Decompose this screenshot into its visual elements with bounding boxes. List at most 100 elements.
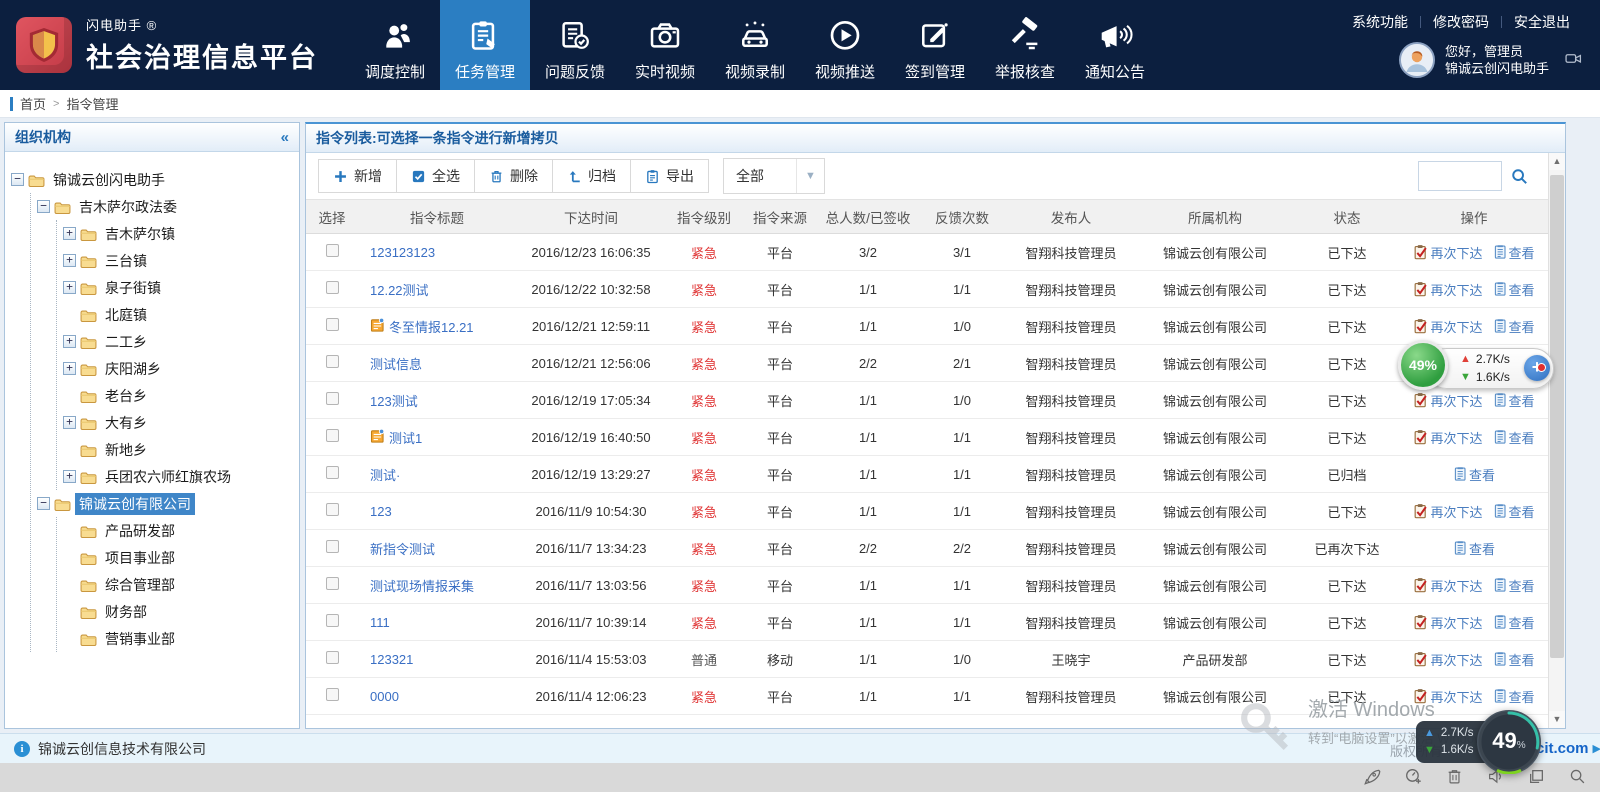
- nav-item-通知公告[interactable]: 通知公告: [1070, 0, 1160, 90]
- tree-node-锦诚云创有限公司[interactable]: −锦诚云创有限公司: [37, 490, 293, 517]
- row-checkbox[interactable]: [326, 281, 339, 294]
- redispatch-action[interactable]: 再次下达: [1413, 650, 1482, 669]
- command-title-link[interactable]: 测试现场情报采集: [370, 579, 474, 594]
- command-title-link[interactable]: 111: [370, 615, 390, 630]
- expand-icon[interactable]: +: [63, 254, 76, 267]
- collapse-panel-icon[interactable]: «: [281, 129, 289, 146]
- 归档-button[interactable]: 归档: [552, 159, 631, 193]
- tree-node-大有乡[interactable]: +大有乡: [63, 409, 293, 436]
- view-action[interactable]: 查看: [1493, 576, 1535, 595]
- expand-icon[interactable]: +: [63, 281, 76, 294]
- nav-item-视频录制[interactable]: 视频录制: [710, 0, 800, 90]
- collapse-icon[interactable]: −: [11, 173, 24, 186]
- command-title-link[interactable]: 123: [370, 504, 392, 519]
- net-widget-percent-ball[interactable]: 49%: [1398, 340, 1448, 390]
- header-link-修改密码[interactable]: 修改密码: [1421, 12, 1501, 32]
- magnifier-icon[interactable]: [1569, 768, 1586, 788]
- redispatch-action[interactable]: 再次下达: [1413, 391, 1482, 410]
- vertical-scrollbar[interactable]: ▲ ▼: [1548, 153, 1565, 728]
- 导出-button[interactable]: 导出: [630, 159, 709, 193]
- row-checkbox[interactable]: [326, 429, 339, 442]
- tree-node-吉木萨尔镇[interactable]: +吉木萨尔镇: [63, 220, 293, 247]
- command-title-link[interactable]: 0000: [370, 689, 399, 704]
- tree-node-新地乡[interactable]: 新地乡: [63, 436, 293, 463]
- network-speed-widget[interactable]: 49% ▲2.7K/s ▼1.6K/s +: [1398, 344, 1556, 392]
- speed-test-icon[interactable]: [1405, 768, 1422, 788]
- tree-node-兵团农六师红旗农场[interactable]: +兵团农六师红旗农场: [63, 463, 293, 490]
- avatar[interactable]: [1399, 42, 1435, 78]
- command-title-link[interactable]: 测试·: [370, 468, 400, 483]
- view-action[interactable]: 查看: [1493, 428, 1535, 447]
- tree-node-锦诚云创闪电助手[interactable]: −锦诚云创闪电助手: [11, 166, 293, 193]
- scroll-up-arrow[interactable]: ▲: [1549, 153, 1565, 170]
- view-action[interactable]: 查看: [1493, 317, 1535, 336]
- search-button[interactable]: [1502, 160, 1536, 192]
- view-action[interactable]: 查看: [1453, 539, 1495, 558]
- row-checkbox[interactable]: [326, 503, 339, 516]
- tree-node-产品研发部[interactable]: 产品研发部: [63, 517, 293, 544]
- collapse-icon[interactable]: −: [37, 497, 50, 510]
- net-widget-add-button[interactable]: +: [1524, 355, 1550, 381]
- row-checkbox[interactable]: [326, 392, 339, 405]
- nav-item-任务管理[interactable]: 任务管理: [440, 0, 530, 90]
- view-action[interactable]: 查看: [1493, 687, 1535, 706]
- tree-node-财务部[interactable]: 财务部: [63, 598, 293, 625]
- tree-node-二工乡[interactable]: +二工乡: [63, 328, 293, 355]
- redispatch-action[interactable]: 再次下达: [1413, 280, 1482, 299]
- expand-icon[interactable]: +: [63, 416, 76, 429]
- redispatch-action[interactable]: 再次下达: [1413, 428, 1482, 447]
- site-link[interactable]: cit.com ▶: [1536, 740, 1600, 757]
- row-checkbox[interactable]: [326, 651, 339, 664]
- filter-dropdown[interactable]: 全部 ▼: [723, 158, 825, 194]
- row-checkbox[interactable]: [326, 688, 339, 701]
- redispatch-action[interactable]: 再次下达: [1413, 243, 1482, 262]
- command-title-link[interactable]: 冬至情报12.21: [389, 320, 474, 335]
- tree-node-吉木萨尔政法委[interactable]: −吉木萨尔政法委: [37, 193, 293, 220]
- expand-icon[interactable]: +: [63, 335, 76, 348]
- redispatch-action[interactable]: 再次下达: [1413, 576, 1482, 595]
- header-link-安全退出[interactable]: 安全退出: [1502, 12, 1582, 32]
- row-checkbox[interactable]: [326, 466, 339, 479]
- command-title-link[interactable]: 测试1: [389, 431, 422, 446]
- redispatch-action[interactable]: 再次下达: [1413, 502, 1482, 521]
- expand-icon[interactable]: +: [63, 227, 76, 240]
- tree-node-庆阳湖乡[interactable]: +庆阳湖乡: [63, 355, 293, 382]
- scroll-down-arrow[interactable]: ▼: [1549, 711, 1565, 728]
- header-link-系统功能[interactable]: 系统功能: [1340, 12, 1420, 32]
- tree-node-综合管理部[interactable]: 综合管理部: [63, 571, 293, 598]
- tree-node-三台镇[interactable]: +三台镇: [63, 247, 293, 274]
- tree-node-营销事业部[interactable]: 营销事业部: [63, 625, 293, 652]
- tree-node-项目事业部[interactable]: 项目事业部: [63, 544, 293, 571]
- breadcrumb-home[interactable]: 首页: [20, 94, 46, 113]
- tree-node-北庭镇[interactable]: 北庭镇: [63, 301, 293, 328]
- row-checkbox[interactable]: [326, 540, 339, 553]
- corner-percent-ball[interactable]: 49%: [1477, 710, 1541, 774]
- screen-record-camera-icon[interactable]: [1565, 52, 1582, 69]
- trash-icon[interactable]: [1446, 768, 1463, 788]
- nav-item-举报核查[interactable]: 举报核查: [980, 0, 1070, 90]
- tree-node-泉子街镇[interactable]: +泉子街镇: [63, 274, 293, 301]
- view-action[interactable]: 查看: [1493, 280, 1535, 299]
- redispatch-action[interactable]: 再次下达: [1413, 613, 1482, 632]
- command-title-link[interactable]: 123123123: [370, 245, 435, 260]
- nav-item-视频推送[interactable]: 视频推送: [800, 0, 890, 90]
- 新增-button[interactable]: 新增: [318, 159, 397, 193]
- view-action[interactable]: 查看: [1493, 502, 1535, 521]
- row-checkbox[interactable]: [326, 355, 339, 368]
- nav-item-调度控制[interactable]: 调度控制: [350, 0, 440, 90]
- row-checkbox[interactable]: [326, 614, 339, 627]
- view-action[interactable]: 查看: [1453, 465, 1495, 484]
- redispatch-action[interactable]: 再次下达: [1413, 317, 1482, 336]
- scroll-thumb[interactable]: [1550, 175, 1564, 658]
- expand-icon[interactable]: +: [63, 470, 76, 483]
- view-action[interactable]: 查看: [1493, 650, 1535, 669]
- tree-node-老台乡[interactable]: 老台乡: [63, 382, 293, 409]
- command-title-link[interactable]: 123测试: [370, 394, 418, 409]
- 全选-button[interactable]: 全选: [396, 159, 475, 193]
- rocket-boost-icon[interactable]: [1364, 768, 1381, 788]
- nav-item-实时视频[interactable]: 实时视频: [620, 0, 710, 90]
- redispatch-action[interactable]: 再次下达: [1413, 687, 1482, 706]
- nav-item-签到管理[interactable]: 签到管理: [890, 0, 980, 90]
- command-title-link[interactable]: 新指令测试: [370, 542, 435, 557]
- command-title-link[interactable]: 123321: [370, 652, 413, 667]
